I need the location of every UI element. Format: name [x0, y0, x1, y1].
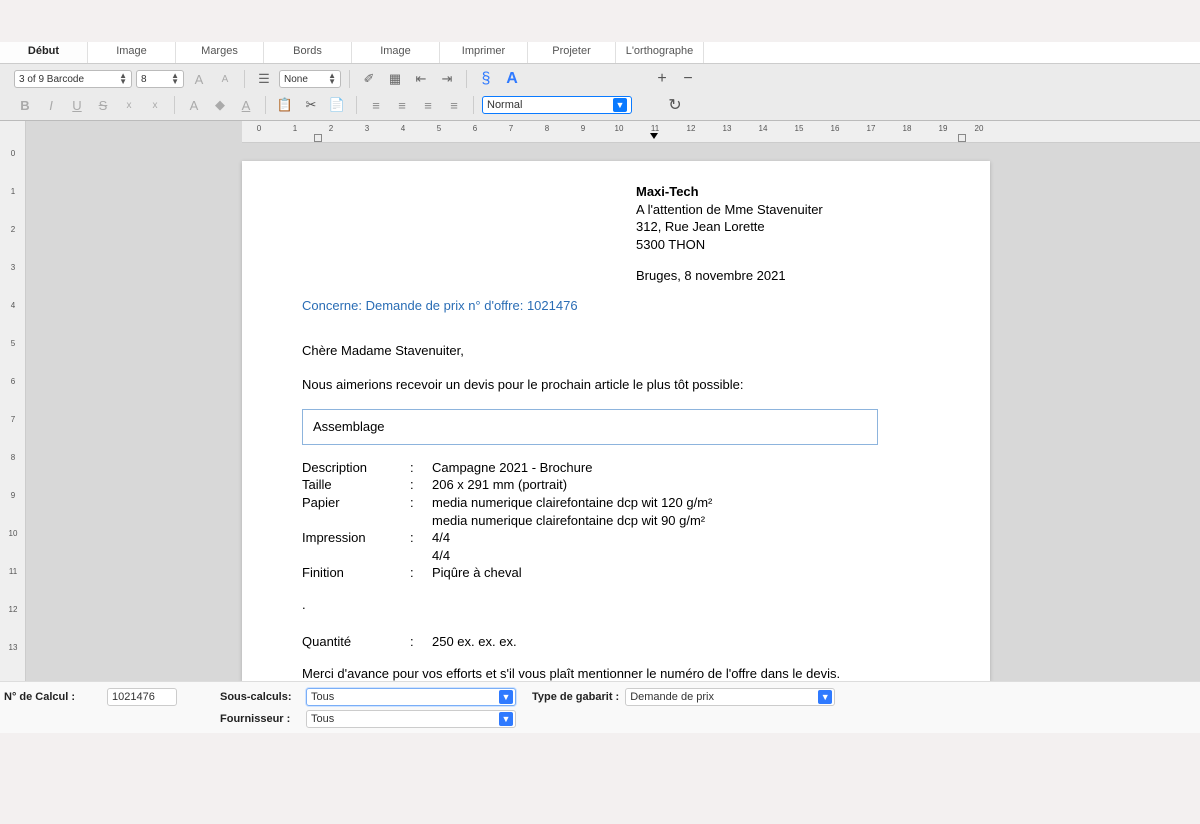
select-all-button[interactable]: ▦ — [384, 69, 406, 89]
city-line: 5300 THON — [636, 236, 930, 254]
spec-label-papier: Papier — [302, 494, 410, 512]
indent-right-button[interactable]: ⇥ — [436, 69, 458, 89]
underline-button[interactable]: U — [66, 95, 88, 115]
type-label: Type de gabarit : — [532, 691, 619, 703]
fontsize-select[interactable]: 8 ▲▼ — [136, 70, 184, 88]
updown-icon: ▲▼ — [328, 73, 336, 85]
highlight-button[interactable]: A — [183, 95, 205, 115]
copy-button[interactable]: 📋 — [274, 95, 296, 115]
font-select[interactable]: 3 of 9 Barcode ▲▼ — [14, 70, 132, 88]
zoom-out-button[interactable]: − — [677, 69, 699, 89]
assemblage-value: Assemblage — [313, 419, 385, 434]
indent-left-button[interactable]: ⇤ — [410, 69, 432, 89]
toolbar: 3 of 9 Barcode ▲▼ 8 ▲▼ A A ☰ None ▲▼ ✐ ▦… — [0, 64, 1200, 121]
attention-line: A l'attention de Mme Stavenuiter — [636, 201, 930, 219]
assemblage-box[interactable]: Assemblage — [302, 409, 878, 445]
align-justify-button[interactable]: ≡ — [443, 95, 465, 115]
chevron-down-icon: ▼ — [818, 690, 832, 704]
company-name: Maxi-Tech — [636, 183, 930, 201]
spec-label-impression: Impression — [302, 529, 410, 547]
right-indent-marker[interactable] — [958, 134, 966, 142]
spec-value-description: Campagne 2021 - Brochure — [432, 459, 930, 477]
horizontal-ruler: 01234567891011121314151617181920 — [242, 121, 1200, 143]
tab-marker[interactable] — [650, 133, 658, 139]
textcolor-button[interactable]: A — [501, 69, 523, 89]
tab-orthographe[interactable]: L'orthographe — [616, 42, 704, 63]
tab-projeter[interactable]: Projeter — [528, 42, 616, 63]
fontcolor2-button[interactable]: A — [235, 95, 257, 115]
vertical-ruler: 012345678910111213 — [0, 121, 26, 681]
fourn-select-value: Tous — [311, 713, 334, 725]
street-line: 312, Rue Jean Lorette — [636, 218, 930, 236]
liststyle-select[interactable]: None ▲▼ — [279, 70, 341, 88]
paragraph-style-value: Normal — [487, 99, 522, 111]
sous-select[interactable]: Tous ▼ — [306, 688, 516, 706]
spec-value-papier1: media numerique clairefontaine dcp wit 1… — [432, 494, 930, 512]
fourn-label: Fournisseur : — [220, 713, 300, 725]
updown-icon: ▲▼ — [119, 73, 127, 85]
tab-debut[interactable]: Début — [0, 42, 88, 63]
spec-label-quantite: Quantité — [302, 633, 410, 651]
sous-label: Sous-calculs: — [220, 691, 300, 703]
editor-area: 012345678910111213 012345678910111213141… — [0, 121, 1200, 681]
tab-marges[interactable]: Marges — [176, 42, 264, 63]
subject-line: Concerne: Demande de prix n° d'offre: 10… — [302, 297, 930, 315]
spec-value-quantite: 250 ex. ex. ex. — [432, 633, 930, 651]
updown-icon: ▲▼ — [171, 73, 179, 85]
date-line: Bruges, 8 novembre 2021 — [636, 267, 930, 285]
font-shrink-button[interactable]: A — [214, 69, 236, 89]
intro-paragraph: Nous aimerions recevoir un devis pour le… — [302, 376, 930, 394]
spec-value-taille: 206 x 291 mm (portrait) — [432, 476, 930, 494]
section-icon[interactable]: § — [475, 69, 497, 89]
refresh-button[interactable]: ↻ — [664, 95, 686, 115]
chevron-down-icon: ▼ — [613, 98, 627, 112]
italic-button[interactable]: I — [40, 95, 62, 115]
spec-value-impression1: 4/4 — [432, 529, 930, 547]
spec-block: Description:Campagne 2021 - Brochure Tai… — [302, 459, 930, 582]
chevron-down-icon: ▼ — [499, 712, 513, 726]
fourn-select[interactable]: Tous ▼ — [306, 710, 516, 728]
bold-button[interactable]: B — [14, 95, 36, 115]
tab-image2[interactable]: Image — [352, 42, 440, 63]
tab-imprimer[interactable]: Imprimer — [440, 42, 528, 63]
align-left-button[interactable]: ≡ — [365, 95, 387, 115]
type-select-value: Demande de prix — [630, 691, 714, 703]
paragraph-style-select[interactable]: Normal ▼ — [482, 96, 632, 114]
spec-value-finition: Piqûre à cheval — [432, 564, 930, 582]
align-center-button[interactable]: ≡ — [391, 95, 413, 115]
tab-bords[interactable]: Bords — [264, 42, 352, 63]
calc-input[interactable]: 1021476 — [107, 688, 177, 706]
chevron-down-icon: ▼ — [499, 690, 513, 704]
document-page[interactable]: Maxi-Tech A l'attention de Mme Stavenuit… — [242, 161, 990, 681]
list-icon[interactable]: ☰ — [253, 69, 275, 89]
subscript-button[interactable]: x — [118, 95, 140, 115]
spec-label-description: Description — [302, 459, 410, 477]
left-indent-marker[interactable] — [314, 134, 322, 142]
font-select-value: 3 of 9 Barcode — [19, 74, 84, 85]
tab-image[interactable]: Image — [88, 42, 176, 63]
cut-button[interactable]: ✂ — [300, 95, 322, 115]
eraser-button[interactable]: ✐ — [358, 69, 380, 89]
spec-value-impression2: 4/4 — [432, 547, 930, 565]
fill-button[interactable]: ◆ — [209, 95, 231, 115]
superscript-button[interactable]: x — [144, 95, 166, 115]
salutation: Chère Madame Stavenuiter, — [302, 342, 930, 360]
paste-button[interactable]: 📄 — [326, 95, 348, 115]
dot-line: . — [302, 596, 930, 614]
spec-label-finition: Finition — [302, 564, 410, 582]
font-grow-button[interactable]: A — [188, 69, 210, 89]
zoom-in-button[interactable]: + — [651, 69, 673, 89]
align-right-button[interactable]: ≡ — [417, 95, 439, 115]
tab-bar: Début Image Marges Bords Image Imprimer … — [0, 42, 1200, 64]
spec-value-papier2: media numerique clairefontaine dcp wit 9… — [432, 512, 930, 530]
liststyle-value: None — [284, 74, 308, 85]
calc-label: N° de Calcul : — [4, 691, 75, 703]
sous-select-value: Tous — [311, 691, 334, 703]
fontsize-value: 8 — [141, 74, 147, 85]
strike-button[interactable]: S — [92, 95, 114, 115]
footer-bar: N° de Calcul : 1021476 Sous-calculs: Tou… — [0, 681, 1200, 733]
type-select[interactable]: Demande de prix ▼ — [625, 688, 835, 706]
thanks-paragraph: Merci d'avance pour vos efforts et s'il … — [302, 665, 930, 681]
spec-label-taille: Taille — [302, 476, 410, 494]
